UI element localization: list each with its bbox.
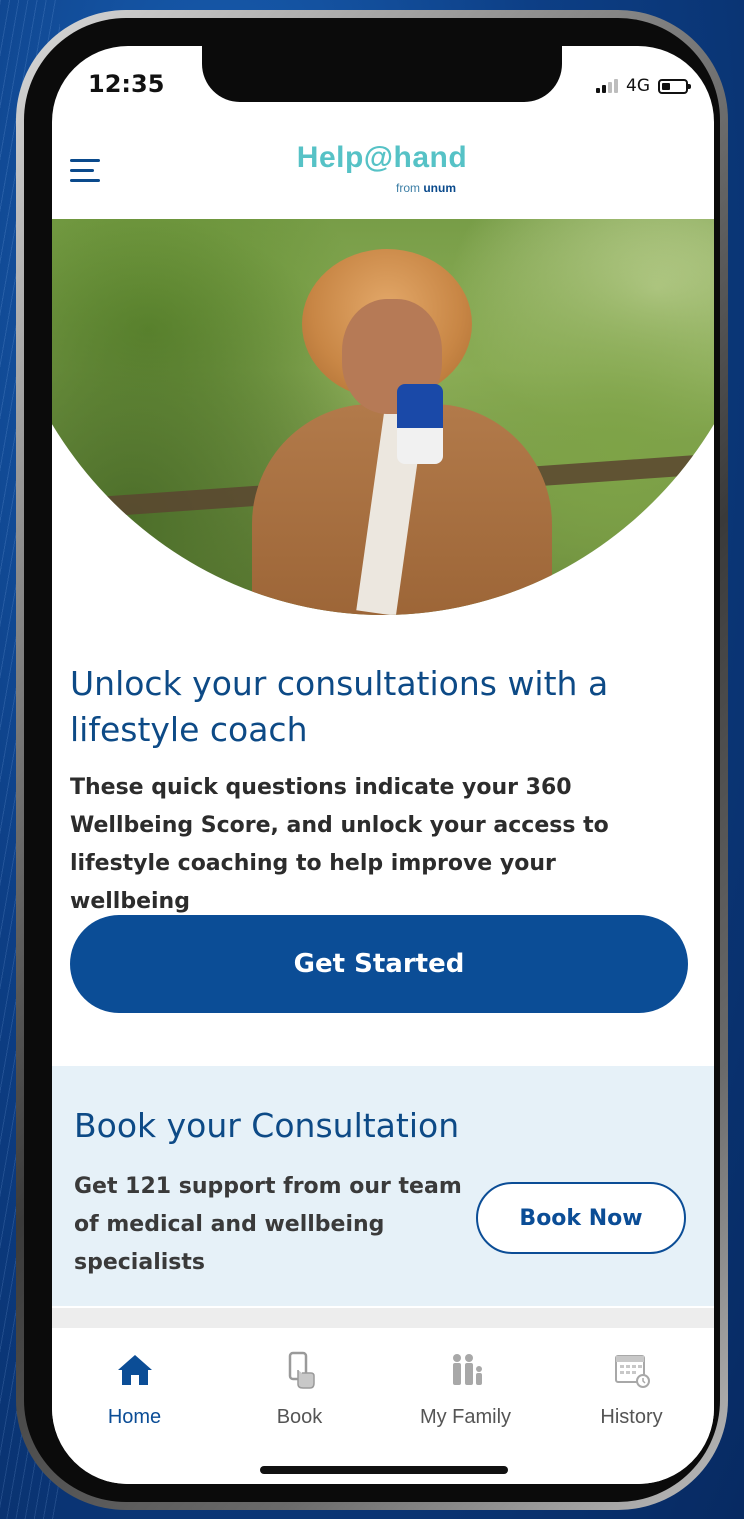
logo-main: Help@hand bbox=[296, 141, 468, 174]
tab-bar: Home Book My Family History bbox=[52, 1328, 714, 1484]
app-logo: Help@hand from unum bbox=[282, 141, 482, 201]
book-title: Book your Consultation bbox=[74, 1106, 460, 1145]
logo-brand: unum bbox=[423, 181, 456, 195]
tab-book[interactable]: Book bbox=[217, 1328, 382, 1448]
hero-photo bbox=[52, 219, 714, 615]
status-time: 12:35 bbox=[88, 70, 165, 98]
app-screen: 12:35 4G Help@hand from unum Unlock your… bbox=[52, 46, 714, 1484]
signal-icon bbox=[596, 79, 618, 93]
menu-button[interactable] bbox=[70, 155, 106, 187]
phone-tap-icon bbox=[288, 1351, 315, 1389]
family-icon bbox=[452, 1354, 482, 1385]
hamburger-icon bbox=[70, 159, 100, 162]
notch bbox=[202, 46, 562, 102]
book-description: Get 121 support from our team of medical… bbox=[74, 1174, 462, 1275]
calendar-clock-icon bbox=[614, 1355, 650, 1388]
tabbar-divider bbox=[52, 1308, 714, 1328]
tab-label: Home bbox=[107, 1406, 162, 1428]
logo-sub: from unum bbox=[396, 181, 456, 195]
get-started-button[interactable]: Get Started bbox=[70, 915, 688, 1013]
tab-label: History bbox=[600, 1406, 663, 1428]
logo-from: from bbox=[395, 181, 420, 195]
status-indicators: 4G bbox=[596, 76, 691, 96]
home-indicator bbox=[260, 1466, 508, 1474]
battery-icon bbox=[658, 78, 691, 94]
page-description: These quick questions indicate your 360 … bbox=[70, 775, 609, 914]
coffee-cup bbox=[397, 384, 443, 464]
tab-history[interactable]: History bbox=[549, 1328, 714, 1448]
tab-label: My Family bbox=[419, 1406, 512, 1428]
app-header: Help@hand from unum bbox=[52, 131, 714, 219]
book-now-button[interactable]: Book Now bbox=[476, 1182, 686, 1254]
home-icon bbox=[117, 1355, 152, 1385]
hero-image bbox=[52, 219, 714, 619]
page-title: Unlock your consultations with a lifesty… bbox=[70, 664, 609, 749]
tab-label: Book bbox=[276, 1406, 323, 1428]
tab-home[interactable]: Home bbox=[52, 1328, 217, 1448]
book-consultation-section: Book your Consultation Get 121 support f… bbox=[52, 1066, 714, 1306]
network-type: 4G bbox=[626, 76, 650, 96]
tab-my-family[interactable]: My Family bbox=[383, 1328, 548, 1448]
